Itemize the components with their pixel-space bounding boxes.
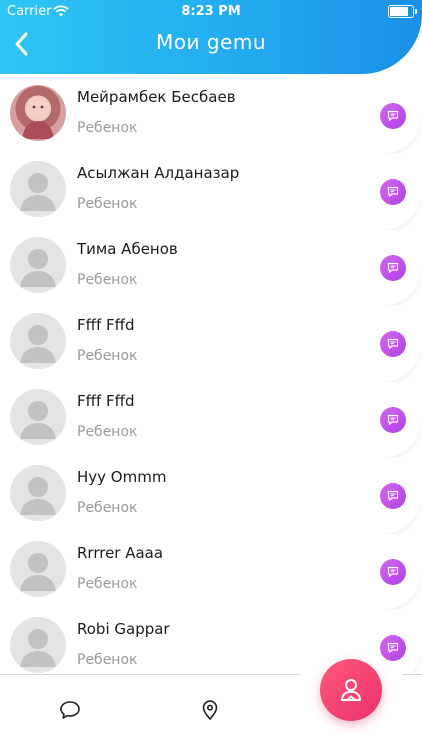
message-button[interactable] xyxy=(380,483,406,509)
location-nav-button[interactable] xyxy=(197,697,223,723)
avatar-photo xyxy=(10,85,66,141)
avatar-placeholder xyxy=(10,313,66,369)
contact-role: Ребенок xyxy=(77,424,138,440)
battery-level xyxy=(390,7,408,16)
message-icon xyxy=(387,414,399,425)
user-silhouette-icon xyxy=(20,249,56,287)
contact-role: Ребенок xyxy=(77,652,138,668)
message-button[interactable] xyxy=(380,179,406,205)
contact-row[interactable]: Hyy Ommm Ребенок xyxy=(0,458,422,534)
message-button[interactable] xyxy=(380,331,406,357)
contact-role: Ребенок xyxy=(77,500,138,516)
status-bar: Carrier 8:23 PM xyxy=(0,0,422,22)
message-button[interactable] xyxy=(380,407,406,433)
contact-name: Мейрамбек Бесбаев xyxy=(77,88,236,106)
user-silhouette-icon xyxy=(20,477,56,515)
user-silhouette-icon xyxy=(20,325,56,363)
contact-role: Ребенок xyxy=(77,272,138,288)
contact-role: Ребенок xyxy=(77,348,138,364)
message-icon xyxy=(387,186,399,197)
user-silhouette-icon xyxy=(20,401,56,439)
user-silhouette-icon xyxy=(20,553,56,591)
contact-name: Тима Абенов xyxy=(77,240,178,258)
contact-name: Ffff Fffd xyxy=(77,316,135,334)
contact-row[interactable]: Ffff Fffd Ребенок xyxy=(0,382,422,458)
chat-bubble-icon xyxy=(60,701,80,719)
avatar-placeholder xyxy=(10,465,66,521)
message-button[interactable] xyxy=(380,103,406,129)
contact-name: Асылжан Алданазар xyxy=(77,164,240,182)
avatar-placeholder xyxy=(10,161,66,217)
child-photo xyxy=(22,97,54,139)
message-icon xyxy=(387,262,399,273)
avatar-placeholder xyxy=(10,617,66,673)
contact-role: Ребенок xyxy=(77,196,138,212)
message-button[interactable] xyxy=(380,635,406,661)
contact-role: Ребенок xyxy=(77,576,138,592)
contact-list: Мейрамбек Бесбаев Ребенок Асылжан Алданаза… xyxy=(0,78,422,686)
message-button[interactable] xyxy=(380,255,406,281)
contact-name: Ffff Fffd xyxy=(77,392,135,410)
message-button[interactable] xyxy=(380,559,406,585)
location-pin-icon xyxy=(202,700,218,721)
contact-row[interactable]: Асылжан Алданазар Ребенок xyxy=(0,154,422,230)
message-icon xyxy=(387,490,399,501)
contact-row[interactable]: Тима Абенов Ребенок xyxy=(0,230,422,306)
contact-name: Robi Gappar xyxy=(77,620,170,638)
avatar-placeholder xyxy=(10,389,66,445)
user-silhouette-icon xyxy=(20,629,56,667)
message-icon xyxy=(387,110,399,121)
add-child-icon xyxy=(341,679,361,701)
message-icon xyxy=(387,642,399,653)
contact-row[interactable]: Ffff Fffd Ребенок xyxy=(0,306,422,382)
message-icon xyxy=(387,338,399,349)
battery-icon xyxy=(388,5,417,18)
header: Carrier 8:23 PM Мои gemu xyxy=(0,0,422,74)
avatar-placeholder xyxy=(10,237,66,293)
contact-name: Rrrrer Aaaa xyxy=(77,544,164,562)
contact-role: Ребенок xyxy=(77,120,138,136)
contact-row[interactable]: Мейрамбек Бесбаев Ребенок xyxy=(0,78,422,154)
status-time: 8:23 PM xyxy=(181,4,241,19)
chat-nav-button[interactable] xyxy=(57,697,83,723)
user-silhouette-icon xyxy=(20,173,56,211)
add-child-button[interactable] xyxy=(320,659,382,721)
page-title: Мои gemu xyxy=(155,30,266,54)
contact-name: Hyy Ommm xyxy=(77,468,167,486)
contact-row[interactable]: Rrrrer Aaaa Ребенок xyxy=(0,534,422,610)
avatar-placeholder xyxy=(10,541,66,597)
message-icon xyxy=(387,566,399,577)
